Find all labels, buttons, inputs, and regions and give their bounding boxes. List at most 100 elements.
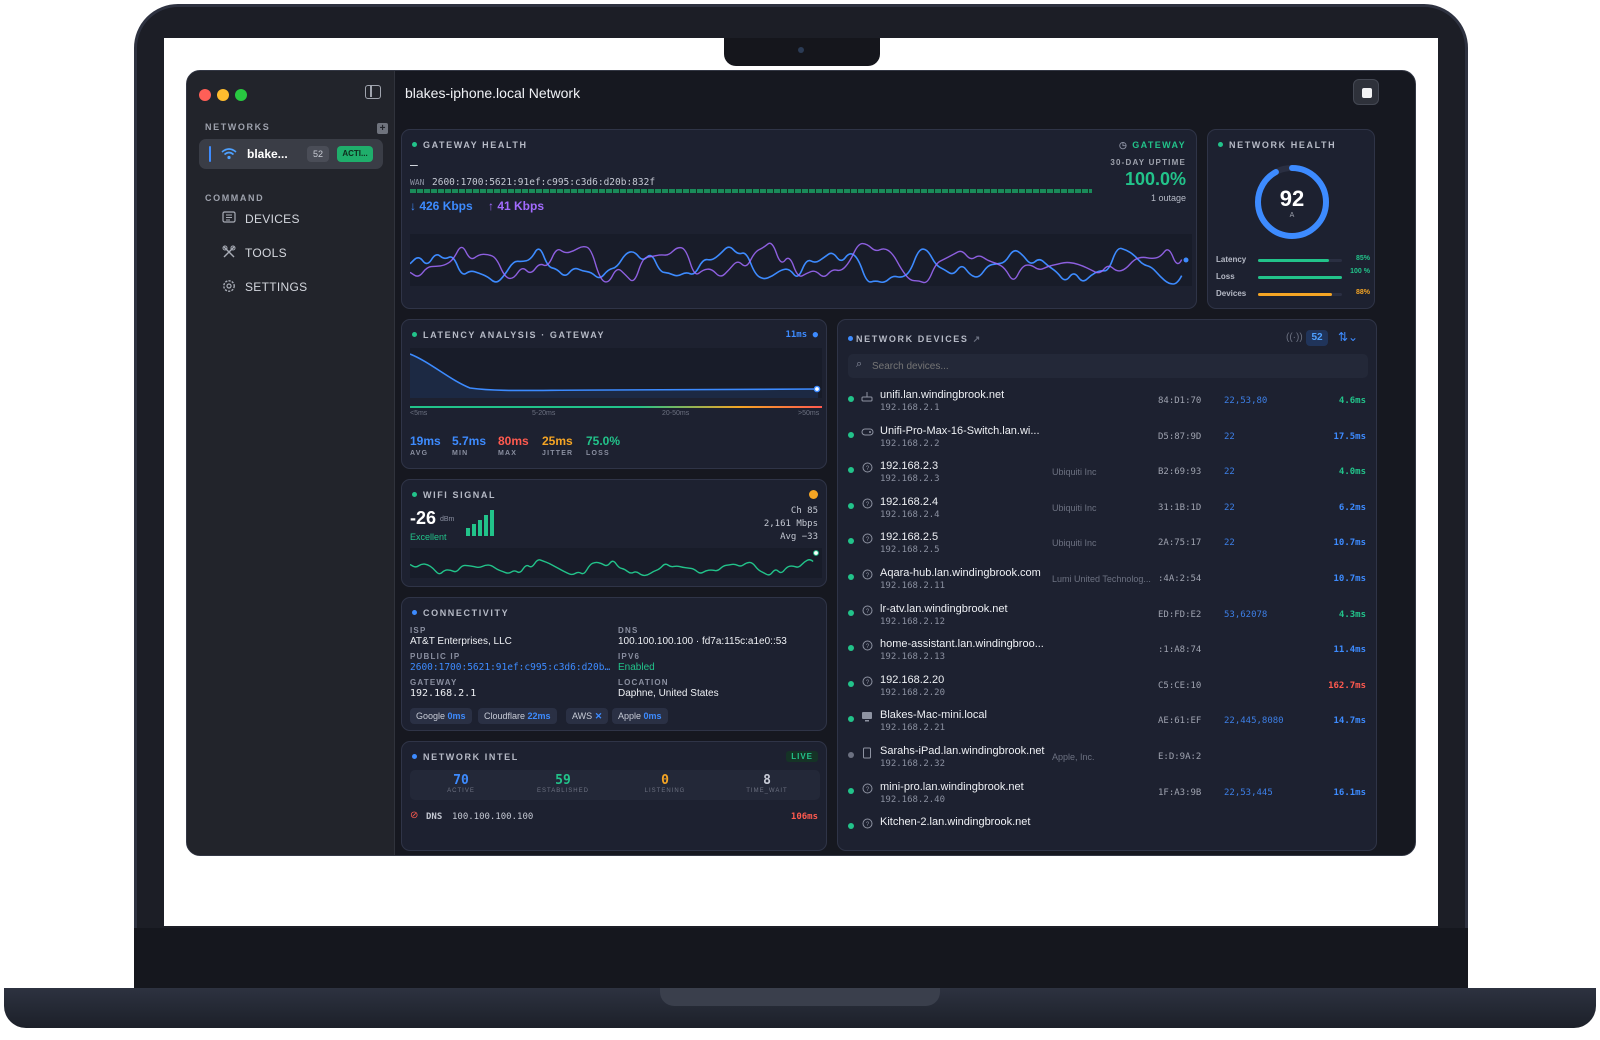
add-network-button[interactable]: + xyxy=(377,123,388,134)
device-count-badge: 52 xyxy=(1306,330,1328,346)
wifi-icon xyxy=(221,147,237,163)
status-dot xyxy=(848,645,854,652)
unknown-icon: ? xyxy=(860,783,874,797)
device-ip: 192.168.2.3 xyxy=(880,474,940,485)
device-row[interactable]: ? home-assistant.lan.windingbroo... 192.… xyxy=(838,637,1376,673)
device-row[interactable]: ? 192.168.2.3 192.168.2.3 Ubiquiti Inc B… xyxy=(838,459,1376,495)
device-row[interactable]: ? lr-atv.lan.windingbrook.net 192.168.2.… xyxy=(838,602,1376,638)
status-dot xyxy=(848,538,854,545)
device-name: unifi.lan.windingbrook.net xyxy=(880,389,1005,401)
latency-current: 11ms ● xyxy=(785,330,818,340)
status-dot xyxy=(848,752,854,758)
device-row[interactable]: Sarahs-iPad.lan.windingbrook.net 192.168… xyxy=(838,744,1376,780)
wifi-signal-chart xyxy=(410,548,822,578)
wifi-rate: 2,161 Mbps xyxy=(763,519,818,529)
probe-pill-apple: Apple 0ms xyxy=(612,708,668,724)
wifi-avg: Avg −33 xyxy=(780,532,818,542)
uptime-bar xyxy=(410,189,1092,193)
device-row[interactable]: ? mini-pro.lan.windingbrook.net 192.168.… xyxy=(838,780,1376,816)
gateway-badge: ◷ GATEWAY xyxy=(1119,140,1186,150)
metric-value: 88% xyxy=(1355,289,1370,296)
metric-label: Devices xyxy=(1216,289,1247,298)
stat-label: TIME_WAIT xyxy=(746,788,788,794)
dns-label: DNS xyxy=(618,626,639,635)
card-title: WIFI SIGNAL xyxy=(412,490,496,500)
zoom-window-button[interactable] xyxy=(235,89,247,101)
sidebar-toggle-icon[interactable] xyxy=(365,85,381,99)
device-ports: 22 xyxy=(1224,502,1235,513)
outage-count: 1 outage xyxy=(1150,193,1186,203)
location-label: LOCATION xyxy=(618,678,669,687)
metric-value: 85% xyxy=(1355,255,1370,262)
stat-label: ACTIVE xyxy=(447,788,475,794)
gateway-value: 192.168.2.1 xyxy=(410,688,477,699)
device-mac: 31:1B:1D xyxy=(1158,502,1202,513)
device-ip: 192.168.2.1 xyxy=(880,403,940,413)
device-row[interactable]: ? Aqara-hub.lan.windingbrook.com 192.168… xyxy=(838,566,1376,602)
latency-scale-bar xyxy=(410,406,822,408)
svg-text:?: ? xyxy=(865,822,869,828)
metric-fill xyxy=(1258,259,1330,262)
device-latency: 162.7ms xyxy=(1328,680,1366,691)
stat-value: 0 xyxy=(661,773,669,788)
metric-track xyxy=(1258,293,1342,296)
device-name: 192.168.2.4 xyxy=(880,495,939,508)
sidebar: NETWORKS + blake... 52 ACTI... COMMAND D… xyxy=(187,71,395,855)
svg-text:?: ? xyxy=(865,466,869,472)
device-row[interactable]: ? 192.168.2.4 192.168.2.4 Ubiquiti Inc 3… xyxy=(838,495,1376,531)
stat-label: MIN xyxy=(452,450,469,457)
device-vendor: Ubiquiti Inc xyxy=(1052,467,1097,478)
status-dot xyxy=(848,680,854,687)
minimize-window-button[interactable] xyxy=(217,89,229,101)
signal-bars-icon xyxy=(466,510,494,536)
close-window-button[interactable] xyxy=(199,89,211,101)
device-latency: 10.7ms xyxy=(1333,538,1366,549)
device-latency: 16.1ms xyxy=(1333,787,1366,798)
sidebar-item-label: SETTINGS xyxy=(245,280,308,294)
network-item[interactable]: blake... 52 ACTI... xyxy=(199,139,383,169)
intel-dns-ip: 100.100.100.100 xyxy=(452,812,534,822)
probe-pill-google: Google 0ms xyxy=(410,708,472,724)
uptime-value: 100.0% xyxy=(1124,169,1186,189)
network-name: blake... xyxy=(247,147,288,161)
device-mac: 84:D1:70 xyxy=(1158,396,1202,406)
device-latency: 4.0ms xyxy=(1338,467,1366,478)
card-title: GATEWAY HEALTH xyxy=(412,140,528,150)
connectivity-card: CONNECTIVITY ISP AT&T Enterprises, LLC D… xyxy=(401,597,827,731)
desktop-icon xyxy=(860,711,874,725)
sidebar-item-tools[interactable]: TOOLS xyxy=(221,243,381,263)
probe-pill-cloudflare: Cloudflare 22ms xyxy=(478,708,557,724)
search-input[interactable] xyxy=(872,357,1352,375)
sidebar-item-settings[interactable]: SETTINGS xyxy=(221,277,381,297)
sort-icon[interactable]: ⇅⌄ xyxy=(1338,330,1358,344)
device-row[interactable]: unifi.lan.windingbrook.net 192.168.2.1 8… xyxy=(838,388,1376,424)
device-row[interactable]: Unifi-Pro-Max-16-Switch.lan.wi... 192.16… xyxy=(838,424,1376,460)
search-field[interactable]: ⌕ xyxy=(848,354,1368,378)
sidebar-item-devices[interactable]: DEVICES xyxy=(221,209,381,229)
laptop-base xyxy=(4,988,1596,1028)
device-row[interactable]: Blakes-Mac-mini.local 192.168.2.21 AE:61… xyxy=(838,708,1376,744)
stop-button[interactable] xyxy=(1353,79,1379,105)
history-icon: ◷ xyxy=(1119,140,1133,150)
unknown-icon: ? xyxy=(860,605,874,619)
selection-bar xyxy=(209,146,211,162)
stat-label: AVG xyxy=(410,450,429,457)
pause-icon[interactable] xyxy=(809,490,818,499)
unknown-icon: ? xyxy=(860,462,874,476)
device-mac: ED:FD:E2 xyxy=(1158,609,1202,620)
device-row[interactable]: ? Kitchen-2.lan.windingbrook.net xyxy=(838,815,1376,850)
device-name: 192.168.2.5 xyxy=(880,531,939,544)
metric-fill xyxy=(1258,276,1342,279)
device-latency: 4.6ms xyxy=(1338,396,1366,406)
stat-value: 8 xyxy=(763,773,771,788)
public-ip-value[interactable]: 2600:1700:5621:91ef:c995:c3d6:d20b… xyxy=(410,662,616,673)
card-title: NETWORK DEVICES ↗ xyxy=(848,334,982,345)
device-row[interactable]: ? 192.168.2.20 192.168.2.20 C5:CE:10 162… xyxy=(838,673,1376,709)
device-row[interactable]: ? 192.168.2.5 192.168.2.5 Ubiquiti Inc 2… xyxy=(838,530,1376,566)
window-title: blakes-iphone.local Network xyxy=(405,85,581,101)
isp-value: AT&T Enterprises, LLC xyxy=(410,636,512,647)
dns-warning-icon: ⊘ xyxy=(410,810,419,821)
card-title: NETWORK INTEL xyxy=(412,752,519,762)
device-name: mini-pro.lan.windingbrook.net xyxy=(880,780,1024,793)
device-name: Unifi-Pro-Max-16-Switch.lan.wi... xyxy=(880,424,1040,437)
